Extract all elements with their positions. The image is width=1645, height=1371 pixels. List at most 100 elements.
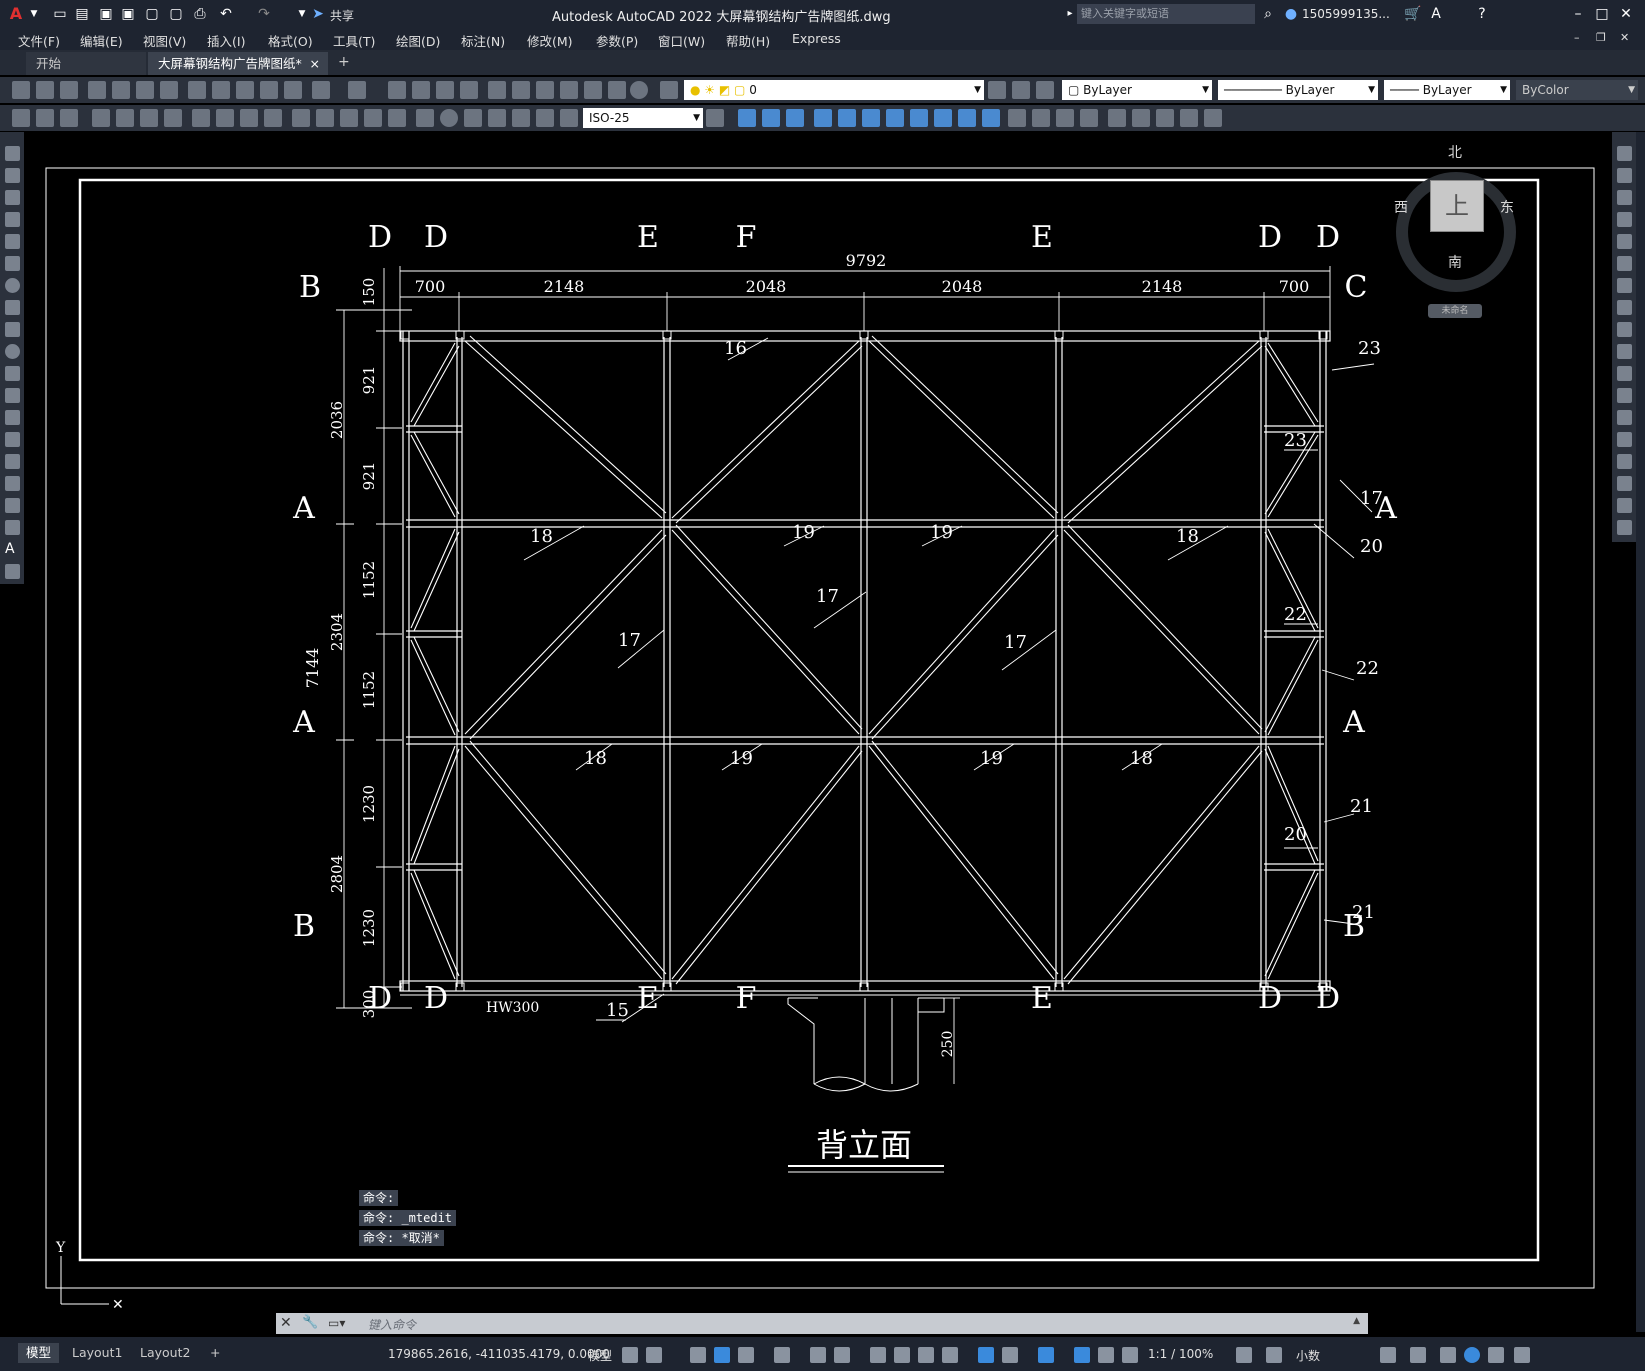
customize-qat-icon[interactable]: ▼ (294, 6, 310, 22)
modify-icon-4[interactable] (814, 109, 832, 127)
lock-ui-icon[interactable] (1410, 1347, 1426, 1363)
region-icon[interactable] (5, 498, 20, 513)
plot-preview-icon[interactable] (112, 81, 130, 99)
layer-previous-icon[interactable] (1012, 81, 1030, 99)
zoom-realtime-icon[interactable] (412, 81, 430, 99)
redo-icon[interactable] (348, 81, 366, 99)
3d-print-icon[interactable] (160, 81, 178, 99)
doc-close-icon[interactable]: ✕ (1620, 31, 1629, 44)
command-input[interactable]: 键入命令 (368, 1316, 416, 1333)
share-button[interactable]: 共享 (330, 7, 354, 24)
modify-icon-20[interactable] (1204, 109, 1222, 127)
annotation-monitor-icon[interactable] (1266, 1347, 1282, 1363)
modify-icon-13[interactable] (1032, 109, 1050, 127)
tab-start[interactable]: 开始 (26, 52, 146, 75)
zoom-window-icon[interactable] (436, 81, 454, 99)
modify-icon-1[interactable] (738, 109, 756, 127)
dimension-style-icon[interactable] (706, 109, 724, 127)
user-icon[interactable]: ● (1283, 6, 1299, 22)
tab-model[interactable]: 模型 (18, 1343, 60, 1363)
menu-draw[interactable]: 绘图(D) (396, 31, 440, 50)
menu-insert[interactable]: 插入(I) (207, 31, 245, 50)
annotation-visibility-icon[interactable] (1074, 1347, 1090, 1363)
properties-icon[interactable] (488, 81, 506, 99)
design-center-icon[interactable] (512, 81, 530, 99)
help-icon[interactable] (630, 81, 648, 99)
menu-edit[interactable]: 编辑(E) (80, 31, 123, 50)
search-expand-icon[interactable]: ▸ (1062, 6, 1078, 22)
snap-icon[interactable] (646, 1347, 662, 1363)
menu-format[interactable]: 格式(O) (268, 31, 313, 50)
command-customize-icon[interactable]: 🔧 (302, 1315, 318, 1330)
menu-modify[interactable]: 修改(M) (527, 31, 573, 50)
angular-dimension-icon[interactable] (264, 109, 282, 127)
app-menu-chevron-icon[interactable]: ▼ (26, 6, 42, 22)
trim-icon[interactable] (1617, 344, 1632, 359)
save-icon[interactable]: ▣ (98, 6, 114, 22)
gizmo-icon[interactable] (1038, 1347, 1054, 1363)
modify-icon-11[interactable] (982, 109, 1000, 127)
annotation-scale-icon[interactable] (1122, 1347, 1138, 1363)
maximize-icon[interactable]: □ (1594, 6, 1610, 22)
redo-icon[interactable]: ↷ (256, 6, 272, 22)
customization-menu-icon[interactable] (1514, 1347, 1530, 1363)
tab-close-icon[interactable]: × (310, 52, 320, 75)
arc-length-icon[interactable] (140, 109, 158, 127)
open-web-icon[interactable]: ▢ (144, 6, 160, 22)
add-layout-button[interactable]: + (202, 1343, 228, 1363)
user-name[interactable]: 1505999135... (1302, 7, 1390, 21)
menu-file[interactable]: 文件(F) (18, 31, 60, 50)
dynamic-ucs-icon[interactable] (978, 1347, 994, 1363)
model-space-button[interactable]: 模型 (588, 1347, 612, 1364)
modify-icon-8[interactable] (910, 109, 928, 127)
new-file-icon[interactable]: ▭ (52, 6, 68, 22)
paste-icon[interactable] (236, 81, 254, 99)
hardware-acceleration-icon[interactable] (1464, 1347, 1480, 1363)
dimension-space-icon[interactable] (364, 109, 382, 127)
linear-dimension-icon[interactable] (92, 109, 110, 127)
clean-screen-icon[interactable] (1488, 1347, 1504, 1363)
menu-dimension[interactable]: 标注(N) (461, 31, 505, 50)
dimension-update-icon[interactable] (560, 109, 578, 127)
stretch-icon[interactable] (1617, 322, 1632, 337)
object-snap-icon[interactable] (834, 1347, 850, 1363)
mtext-icon[interactable]: A (5, 542, 20, 557)
tool-icon-3[interactable] (60, 109, 78, 127)
revision-cloud-icon[interactable] (5, 300, 20, 315)
radius-dimension-icon[interactable] (192, 109, 210, 127)
plotstyle-dropdown[interactable]: ByColor ▼ (1516, 80, 1638, 100)
selection-cycling-icon[interactable] (918, 1347, 934, 1363)
table-icon[interactable] (5, 520, 20, 535)
new-icon[interactable] (12, 81, 30, 99)
quick-properties-icon[interactable] (1380, 1347, 1396, 1363)
auto-scale-icon[interactable] (1098, 1347, 1114, 1363)
new-tab-button[interactable]: + (338, 54, 350, 70)
polygon-icon[interactable] (5, 212, 20, 227)
modify-icon-10[interactable] (958, 109, 976, 127)
undo-icon[interactable]: ↶ (218, 6, 234, 22)
dimedit-icon[interactable] (512, 109, 530, 127)
scale-icon[interactable] (1617, 300, 1632, 315)
polar-tracking-icon[interactable] (738, 1347, 754, 1363)
help-icon[interactable]: ? (1474, 6, 1490, 22)
autocad-logo-icon[interactable]: A (8, 6, 24, 22)
doc-restore-icon[interactable]: ❐ (1596, 31, 1606, 44)
tab-layout2[interactable]: Layout2 (132, 1343, 198, 1363)
chevron-up-icon[interactable]: ▲ (1353, 1316, 1360, 1326)
modify-icon-14[interactable] (1056, 109, 1074, 127)
transparency-icon[interactable] (894, 1347, 910, 1363)
sheet-set-icon[interactable] (560, 81, 578, 99)
arc-icon[interactable] (5, 256, 20, 271)
menu-help[interactable]: 帮助(H) (726, 31, 770, 50)
recent-commands-icon[interactable]: ▭▾ (328, 1316, 345, 1330)
lineweight-dropdown[interactable]: ──── ByLayer ▼ (1384, 80, 1510, 100)
continue-dimension-icon[interactable] (340, 109, 358, 127)
open-file-icon[interactable]: ▤ (74, 6, 90, 22)
hatch-icon[interactable] (5, 454, 20, 469)
modify-icon-2[interactable] (762, 109, 780, 127)
save-as-icon[interactable]: ▣ (120, 6, 136, 22)
3d-osnap-icon[interactable] (942, 1347, 958, 1363)
mirror-icon[interactable] (1617, 190, 1632, 205)
viewcube-east[interactable]: 东 (1500, 197, 1514, 217)
drawing-canvas[interactable]: 背立面 9792 700 2148 2048 2048 2148 700 150 921 921 11… (24, 132, 1610, 1332)
